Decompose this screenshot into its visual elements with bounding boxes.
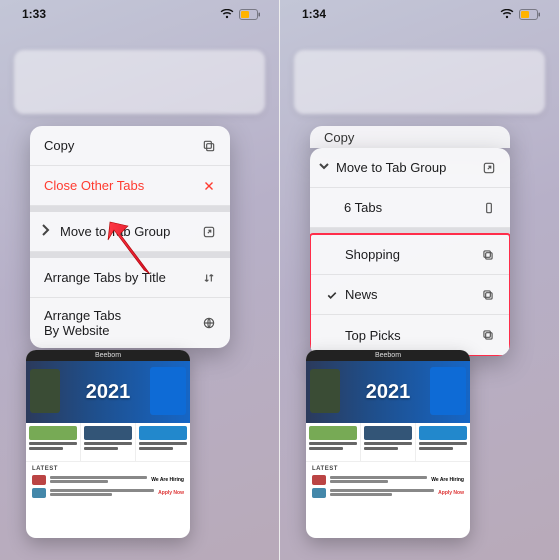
wifi-icon bbox=[220, 9, 234, 19]
red-highlight-box: Shopping News Top Picks bbox=[310, 233, 510, 356]
phone-screenshot-right: 1:34 Copy Move to Tab Group 6 Tabs bbox=[280, 0, 560, 560]
tab-group-shopping[interactable]: Shopping bbox=[311, 235, 509, 275]
copy-icon bbox=[477, 288, 495, 302]
menu-copy[interactable]: Copy bbox=[30, 126, 230, 166]
open-external-icon bbox=[478, 161, 496, 175]
news-label: News bbox=[345, 287, 477, 302]
battery-icon bbox=[519, 9, 541, 20]
thumb-latest: LATEST We Are Hiring Apply Now bbox=[306, 461, 470, 538]
check-icon bbox=[325, 289, 339, 301]
six-tabs-label: 6 Tabs bbox=[344, 200, 478, 215]
background-card bbox=[14, 50, 265, 114]
sort-icon bbox=[198, 271, 216, 285]
apply-label: Apply Now bbox=[438, 490, 464, 496]
apply-label: Apply Now bbox=[158, 490, 184, 496]
thumb-site-name: Beebom bbox=[306, 350, 470, 361]
menu-copy-background: Copy bbox=[310, 126, 510, 148]
menu-move-to-tab-group[interactable]: Move to Tab Group bbox=[30, 212, 230, 252]
tab-thumbnail[interactable]: Beebom 2021 LATEST We Are Hiring Apply N… bbox=[26, 350, 190, 538]
latest-heading: LATEST bbox=[32, 466, 184, 472]
menu-close-other-label: Close Other Tabs bbox=[44, 178, 198, 193]
tab-thumbnail[interactable]: Beebom 2021 LATEST We Are Hiring Apply N… bbox=[306, 350, 470, 538]
copy-icon bbox=[198, 139, 216, 153]
tab-group-news[interactable]: News bbox=[311, 275, 509, 315]
tab-group-top-picks[interactable]: Top Picks bbox=[311, 315, 509, 355]
menu-copy-label-bg: Copy bbox=[324, 130, 354, 145]
open-submenu-icon bbox=[198, 225, 216, 239]
thumb-hero: 2021 bbox=[26, 361, 190, 423]
battery-icon bbox=[239, 9, 261, 20]
thumb-latest: LATEST We Are Hiring Apply Now bbox=[26, 461, 190, 538]
thumb-year: 2021 bbox=[366, 381, 411, 404]
chevron-down-icon bbox=[318, 160, 334, 175]
submenu-header-move-to-tab-group[interactable]: Move to Tab Group bbox=[310, 148, 510, 188]
shopping-label: Shopping bbox=[345, 247, 477, 262]
menu-close-other-tabs[interactable]: Close Other Tabs bbox=[30, 166, 230, 206]
thumb-article-row bbox=[306, 423, 470, 461]
latest-heading: LATEST bbox=[312, 466, 464, 472]
background-card bbox=[294, 50, 545, 114]
phone-screenshot-left: 1:33 Copy Close Other Tabs bbox=[0, 0, 280, 560]
submenu-six-tabs[interactable]: 6 Tabs bbox=[310, 188, 510, 228]
copy-icon bbox=[477, 328, 495, 342]
status-bar: 1:33 bbox=[0, 0, 279, 28]
thumb-year: 2021 bbox=[86, 381, 131, 404]
chevron-right-icon bbox=[40, 223, 56, 240]
hiring-label: We Are Hiring bbox=[151, 477, 184, 483]
top-picks-label: Top Picks bbox=[345, 328, 477, 343]
submenu-title: Move to Tab Group bbox=[336, 160, 478, 175]
hiring-label: We Are Hiring bbox=[431, 477, 464, 483]
tab-group-submenu: Move to Tab Group 6 Tabs Shopping bbox=[310, 148, 510, 356]
globe-icon bbox=[198, 316, 216, 330]
wifi-icon bbox=[500, 9, 514, 19]
menu-arrange-by-website[interactable]: Arrange Tabs By Website bbox=[30, 298, 230, 348]
menu-move-group-label: Move to Tab Group bbox=[60, 224, 198, 239]
thumb-site-name: Beebom bbox=[26, 350, 190, 361]
context-menu: Copy Close Other Tabs Move to Tab Group … bbox=[30, 126, 230, 348]
device-icon bbox=[478, 201, 496, 215]
status-time: 1:33 bbox=[22, 7, 46, 21]
menu-arrange-site-label: Arrange Tabs By Website bbox=[44, 308, 198, 338]
menu-copy-label: Copy bbox=[44, 138, 198, 153]
menu-arrange-title-label: Arrange Tabs by Title bbox=[44, 270, 198, 285]
status-bar: 1:34 bbox=[280, 0, 559, 28]
copy-icon bbox=[477, 248, 495, 262]
thumb-article-row bbox=[26, 423, 190, 461]
status-time: 1:34 bbox=[302, 7, 326, 21]
close-icon bbox=[198, 179, 216, 193]
menu-arrange-by-title[interactable]: Arrange Tabs by Title bbox=[30, 258, 230, 298]
thumb-hero: 2021 bbox=[306, 361, 470, 423]
